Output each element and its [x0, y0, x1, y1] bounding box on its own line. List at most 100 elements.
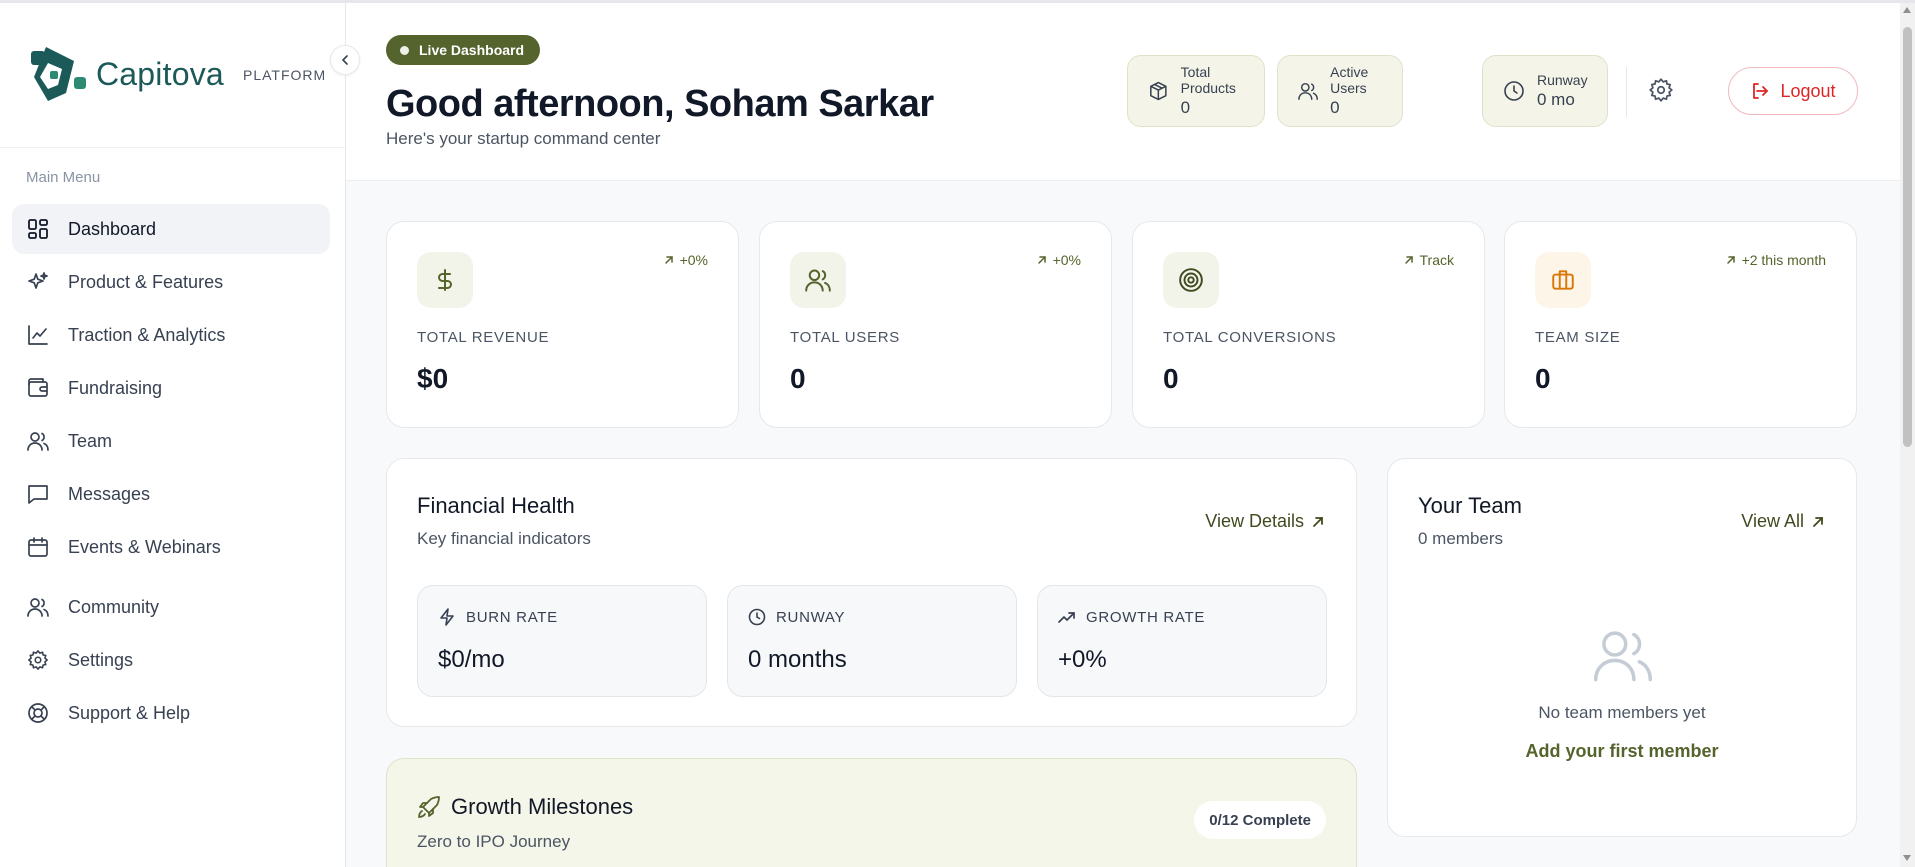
- section-subtitle: Zero to IPO Journey: [417, 832, 571, 851]
- lifebuoy-icon: [26, 701, 50, 725]
- milestone-progress-badge: 0/12 Complete: [1194, 801, 1326, 839]
- brand-area: Capitova PLATFORM: [0, 3, 345, 148]
- metric-label: GROWTH RATE: [1086, 608, 1206, 626]
- stat-value: 0: [1180, 98, 1191, 117]
- arrow-up-right-icon: [664, 256, 673, 264]
- wallet-icon: [26, 376, 50, 400]
- financial-health-card: Financial Health Key financial indicator…: [386, 458, 1357, 727]
- kpi-trend: Track: [1404, 252, 1454, 268]
- metric-label: BURN RATE: [466, 608, 558, 626]
- metric-runway: RUNWAY 0 months: [727, 585, 1017, 697]
- kpi-trend: +0%: [664, 252, 708, 268]
- brand-name: Capitova: [96, 56, 224, 92]
- users-icon: [26, 429, 50, 453]
- line-chart-icon: [26, 323, 50, 347]
- sidebar-item-dashboard[interactable]: Dashboard: [12, 204, 330, 254]
- badge-label: Live Dashboard: [419, 42, 525, 58]
- users-icon: [1298, 82, 1318, 100]
- sidebar-item-settings[interactable]: Settings: [12, 635, 330, 685]
- rocket-icon: [418, 796, 440, 818]
- menu-title: Main Menu: [26, 169, 101, 186]
- sidebar-item-team[interactable]: Team: [12, 416, 330, 466]
- sidebar-item-fundraising[interactable]: Fundraising: [12, 363, 330, 413]
- section-title: Financial Health: [417, 493, 575, 518]
- add-member-link[interactable]: Add your first member: [1388, 741, 1856, 762]
- stat-value: 0: [1330, 98, 1340, 117]
- live-dot-icon: [400, 45, 409, 55]
- stat-label: Active Users: [1330, 64, 1369, 96]
- header-divider: [1626, 67, 1627, 117]
- sidebar-item-label: Community: [68, 596, 160, 617]
- page-title: Good afternoon, Soham Sarkar: [386, 83, 934, 125]
- trending-up-icon: [1058, 612, 1075, 623]
- logo-icon: [31, 47, 86, 101]
- scroll-up-arrow-icon[interactable]: [1903, 7, 1911, 13]
- package-icon: [1150, 81, 1167, 101]
- metric-value: 0 months: [748, 646, 847, 673]
- kpi-trend: +2 this month: [1726, 252, 1826, 268]
- kpi-card-team-size: +2 this month TEAM SIZE 0: [1504, 221, 1857, 428]
- page-header: Live Dashboard Good afternoon, Soham Sar…: [346, 3, 1900, 181]
- metric-value: $0/mo: [438, 646, 505, 673]
- growth-milestones-card: Growth Milestones Zero to IPO Journey 0/…: [386, 758, 1357, 867]
- kpi-card-revenue: +0% TOTAL REVENUE $0: [386, 221, 739, 428]
- settings-button[interactable]: [1648, 77, 1678, 107]
- arrow-up-right-icon: [1813, 516, 1823, 527]
- dollar-icon: [417, 252, 473, 308]
- sidebar-item-messages[interactable]: Messages: [12, 469, 330, 519]
- kpi-value: 0: [1163, 363, 1179, 394]
- users-icon: [790, 252, 846, 308]
- message-icon: [26, 482, 50, 506]
- clock-icon: [1504, 81, 1524, 101]
- gear-icon: [26, 648, 50, 672]
- kpi-card-users: +0% TOTAL USERS 0: [759, 221, 1112, 428]
- kpi-value: 0: [1535, 363, 1551, 394]
- sidebar-item-community[interactable]: Community: [12, 582, 330, 632]
- dashboard-icon: [26, 217, 50, 241]
- scroll-down-arrow-icon[interactable]: [1903, 855, 1911, 861]
- view-all-link[interactable]: View All: [1741, 511, 1824, 532]
- clock-icon: [748, 608, 766, 626]
- kpi-card-conversions: Track TOTAL CONVERSIONS 0: [1132, 221, 1485, 428]
- users-icon: [1593, 631, 1653, 682]
- lightning-icon: [440, 608, 454, 626]
- scroll-thumb[interactable]: [1903, 27, 1912, 447]
- sparkles-icon: [26, 270, 50, 294]
- view-details-link[interactable]: View Details: [1205, 511, 1324, 532]
- empty-state-text: No team members yet: [1538, 703, 1706, 722]
- gear-icon: [1649, 78, 1673, 102]
- page-scrollbar[interactable]: [1900, 3, 1915, 867]
- sidebar-item-label: Traction & Analytics: [68, 324, 226, 345]
- stat-label: Total Products: [1180, 64, 1236, 96]
- chevron-left-icon: [342, 55, 348, 65]
- sidebar-item-product-features[interactable]: Product & Features: [12, 257, 330, 307]
- section-title: Your Team: [1418, 493, 1522, 518]
- arrow-up-right-icon: [1404, 256, 1413, 264]
- kpi-label: TEAM SIZE: [1535, 329, 1621, 346]
- metric-burn-rate: BURN RATE $0/mo: [417, 585, 707, 697]
- live-dashboard-badge: Live Dashboard: [386, 35, 541, 65]
- sidebar-item-label: Product & Features: [68, 271, 224, 292]
- sidebar-item-label: Fundraising: [68, 377, 163, 398]
- arrow-up-right-icon: [1037, 256, 1046, 264]
- page-subtitle: Here's your startup command center: [386, 129, 661, 148]
- stat-label: Runway: [1537, 72, 1588, 88]
- arrow-up-right-icon: [1726, 256, 1735, 264]
- kpi-trend: +0%: [1037, 252, 1081, 268]
- collapse-sidebar-button[interactable]: [330, 45, 360, 75]
- sidebar-item-support-help[interactable]: Support & Help: [12, 688, 330, 738]
- users-icon: [26, 595, 50, 619]
- metric-growth-rate: GROWTH RATE +0%: [1037, 585, 1327, 697]
- logout-icon: [1753, 83, 1769, 99]
- sidebar-item-label: Events & Webinars: [68, 536, 221, 557]
- section-subtitle: Key financial indicators: [417, 529, 591, 548]
- logout-button[interactable]: Logout: [1728, 67, 1858, 115]
- sidebar-item-events-webinars[interactable]: Events & Webinars: [12, 522, 330, 572]
- kpi-value: $0: [417, 363, 449, 394]
- sidebar-item-traction-analytics[interactable]: Traction & Analytics: [12, 310, 330, 360]
- kpi-label: TOTAL CONVERSIONS: [1163, 329, 1337, 346]
- sidebar-item-label: Dashboard: [68, 218, 157, 239]
- kpi-value: 0: [790, 363, 806, 394]
- sidebar-item-label: Messages: [68, 483, 151, 504]
- kpi-label: TOTAL REVENUE: [417, 329, 550, 346]
